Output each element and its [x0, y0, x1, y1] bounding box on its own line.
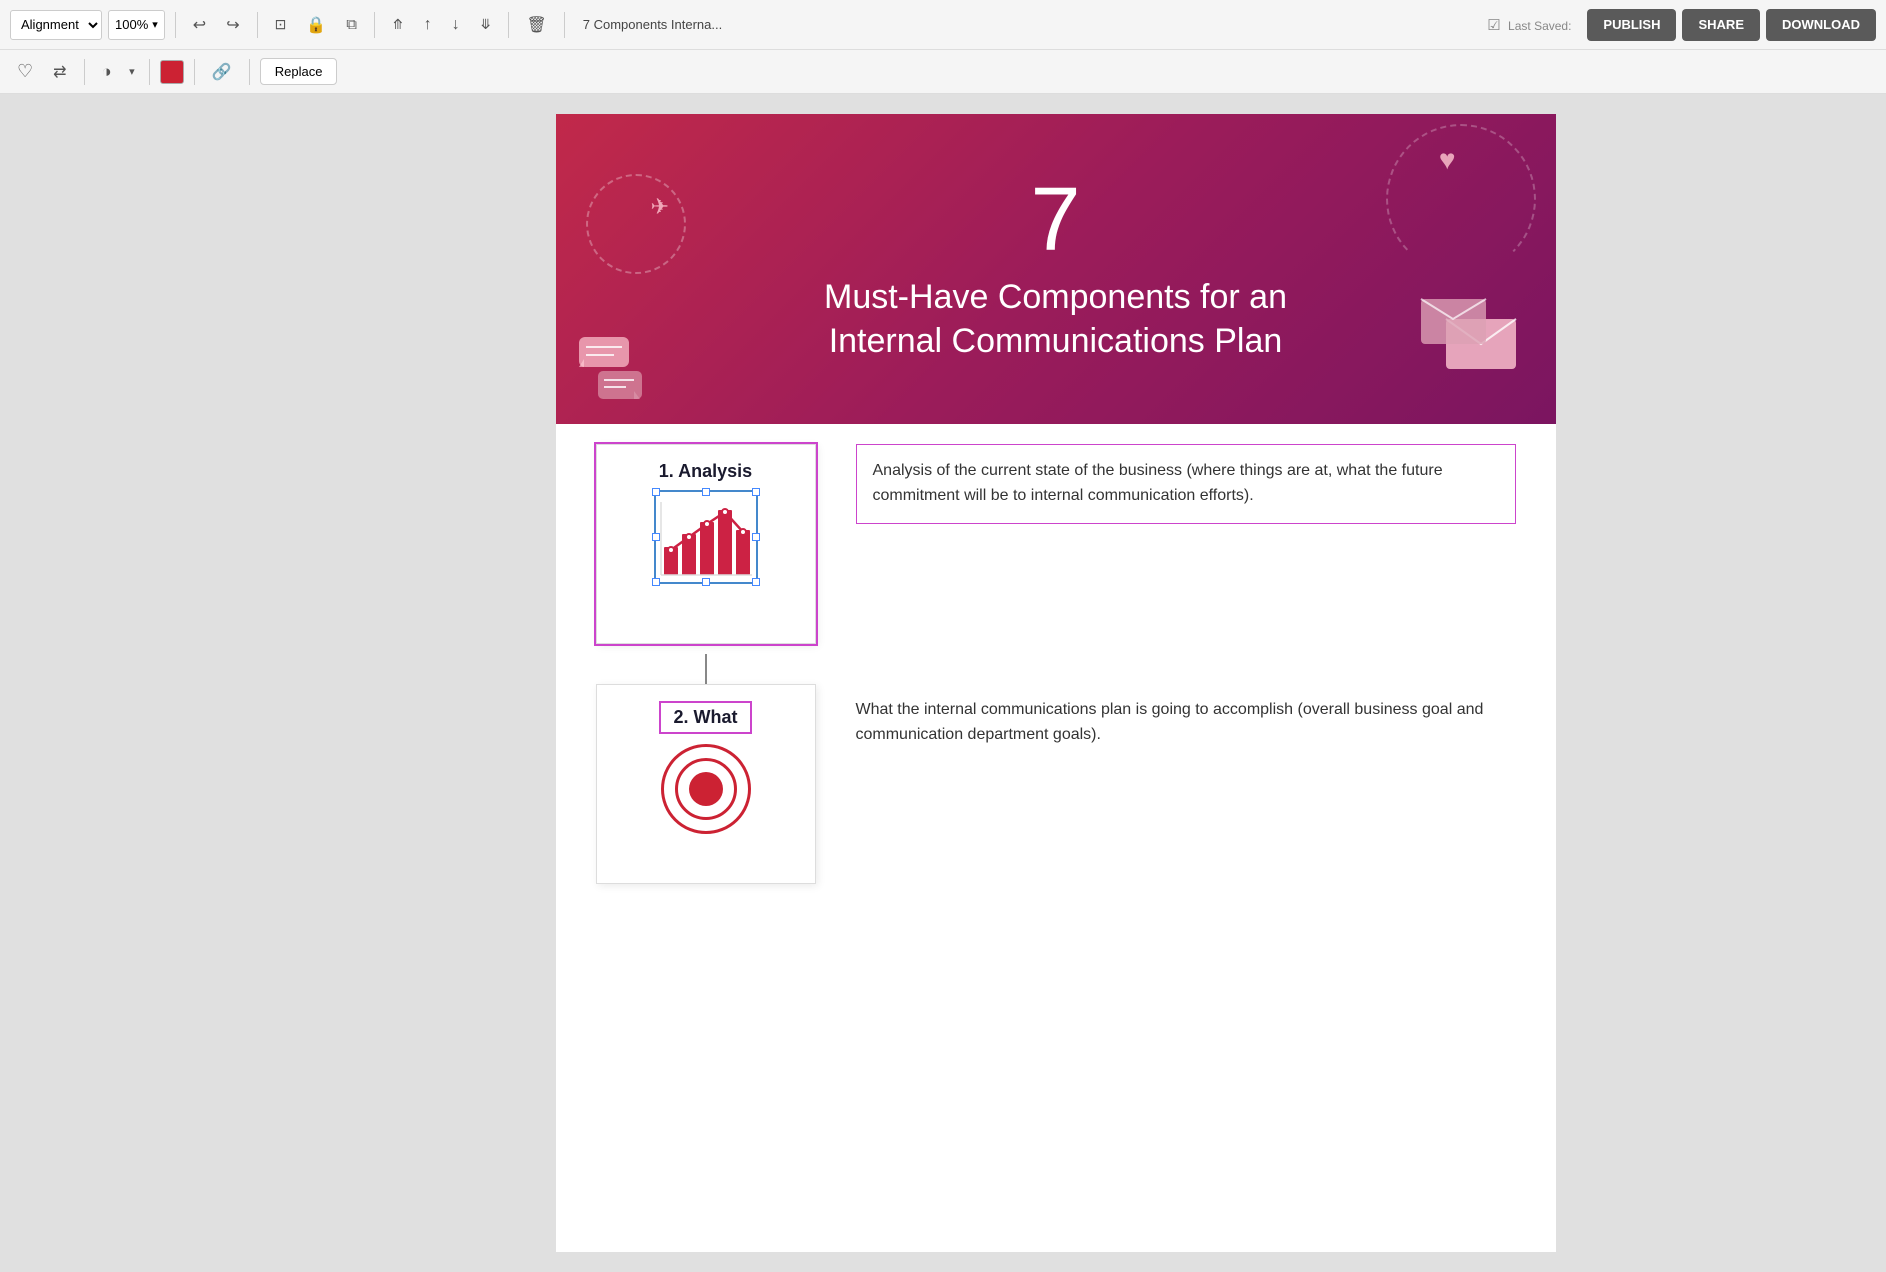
handle-tr[interactable]	[752, 488, 760, 496]
flow-item-2: 2. What What the int	[596, 684, 1516, 884]
target-center	[689, 772, 723, 806]
flow-item-1: 1. Analysis	[596, 444, 1516, 644]
hero-banner: ✈	[556, 114, 1556, 424]
share-button[interactable]: SHARE	[1682, 9, 1760, 41]
handle-ml[interactable]	[652, 533, 660, 541]
delete-button[interactable]: 🗑	[519, 10, 553, 40]
undo-button[interactable]: ↩	[186, 10, 213, 40]
sep5	[564, 12, 565, 38]
sep3	[374, 12, 375, 38]
deco-circle-left	[586, 174, 686, 274]
favorite-button[interactable]: ♡	[10, 57, 40, 87]
toolbar-row2: ♡ ⇄ ◑ ▾ 🔗 Replace	[0, 50, 1886, 94]
flow-card-2-icon	[656, 744, 756, 834]
canvas: ✈	[556, 114, 1556, 1252]
connector-1	[705, 654, 707, 684]
hero-title-line1: Must-Have Components for an	[824, 275, 1287, 319]
handle-bl[interactable]	[652, 578, 660, 586]
flow-card-1[interactable]: 1. Analysis	[596, 444, 816, 644]
sep8	[194, 59, 195, 85]
handle-tl[interactable]	[652, 488, 660, 496]
zoom-chevron[interactable]: ▾	[152, 18, 158, 31]
canvas-area: ✈	[0, 94, 1886, 1272]
deco-chat-2	[596, 367, 646, 414]
zoom-value: 100%	[115, 17, 148, 32]
flip-button[interactable]: ⇄	[46, 57, 73, 87]
icon-selection-box	[654, 490, 758, 584]
hero-title-line2: Internal Communications Plan	[824, 319, 1287, 363]
redo-button[interactable]: ↪	[219, 10, 246, 40]
thumbnail-button[interactable]: ⊡	[268, 10, 294, 40]
handle-tc[interactable]	[702, 488, 710, 496]
contrast-button[interactable]: ◑	[95, 57, 119, 87]
replace-button[interactable]: Replace	[260, 58, 338, 85]
handle-bc[interactable]	[702, 578, 710, 586]
flow-card-2-title: 2. What	[659, 701, 751, 734]
sep9	[249, 59, 250, 85]
sep1	[175, 12, 176, 38]
target-middle	[675, 758, 737, 820]
move-to-top-button[interactable]: ⤊	[385, 10, 411, 40]
copy-button[interactable]: ⧉	[339, 10, 364, 40]
download-button[interactable]: DOWNLOAD	[1766, 9, 1876, 41]
move-down-button[interactable]: ↓	[445, 10, 467, 40]
hero-title: Must-Have Components for an Internal Com…	[824, 275, 1287, 363]
flow-container: 1. Analysis	[556, 424, 1556, 914]
document-filename: 7 Components Interna...	[583, 17, 1474, 32]
left-panel	[0, 94, 225, 1272]
publish-button[interactable]: PUBLISH	[1587, 9, 1676, 41]
zoom-control[interactable]: 100% ▾	[108, 10, 165, 40]
deco-circle-right	[1386, 124, 1536, 274]
flow-card-2[interactable]: 2. What	[596, 684, 816, 884]
deco-plane: ✈	[651, 194, 669, 220]
link-button[interactable]: 🔗	[205, 57, 239, 87]
color-swatch[interactable]	[160, 60, 184, 84]
sep2	[257, 12, 258, 38]
deco-envelope-group	[1416, 289, 1526, 384]
flow-card-1-title: 1. Analysis	[659, 461, 752, 482]
flow-card-1-icon[interactable]	[656, 492, 756, 582]
flow-description-1: Analysis of the current state of the bus…	[856, 444, 1516, 524]
hero-number: 7	[1030, 175, 1080, 265]
contrast-chevron[interactable]: ▾	[125, 57, 139, 87]
sep6	[84, 59, 85, 85]
move-up-button[interactable]: ↑	[417, 10, 439, 40]
lock-button[interactable]: 🔒	[299, 10, 333, 40]
move-to-bottom-button[interactable]: ⤋	[473, 10, 499, 40]
handle-br[interactable]	[752, 578, 760, 586]
sep4	[508, 12, 509, 38]
last-saved-label: ☑ Last Saved:	[1487, 16, 1571, 34]
toolbar-row1: Alignment 100% ▾ ↩ ↪ ⊡ 🔒 ⧉ ⤊ ↑ ↓ ⤋ 🗑 7 C…	[0, 0, 1886, 50]
deco-chat-1	[574, 319, 634, 374]
handle-mr[interactable]	[752, 533, 760, 541]
flow-description-2: What the internal communications plan is…	[856, 684, 1516, 748]
canvas-scroll[interactable]: ✈	[225, 94, 1886, 1272]
target-outer	[661, 744, 751, 834]
alignment-select[interactable]: Alignment	[10, 10, 102, 40]
sep7	[149, 59, 150, 85]
